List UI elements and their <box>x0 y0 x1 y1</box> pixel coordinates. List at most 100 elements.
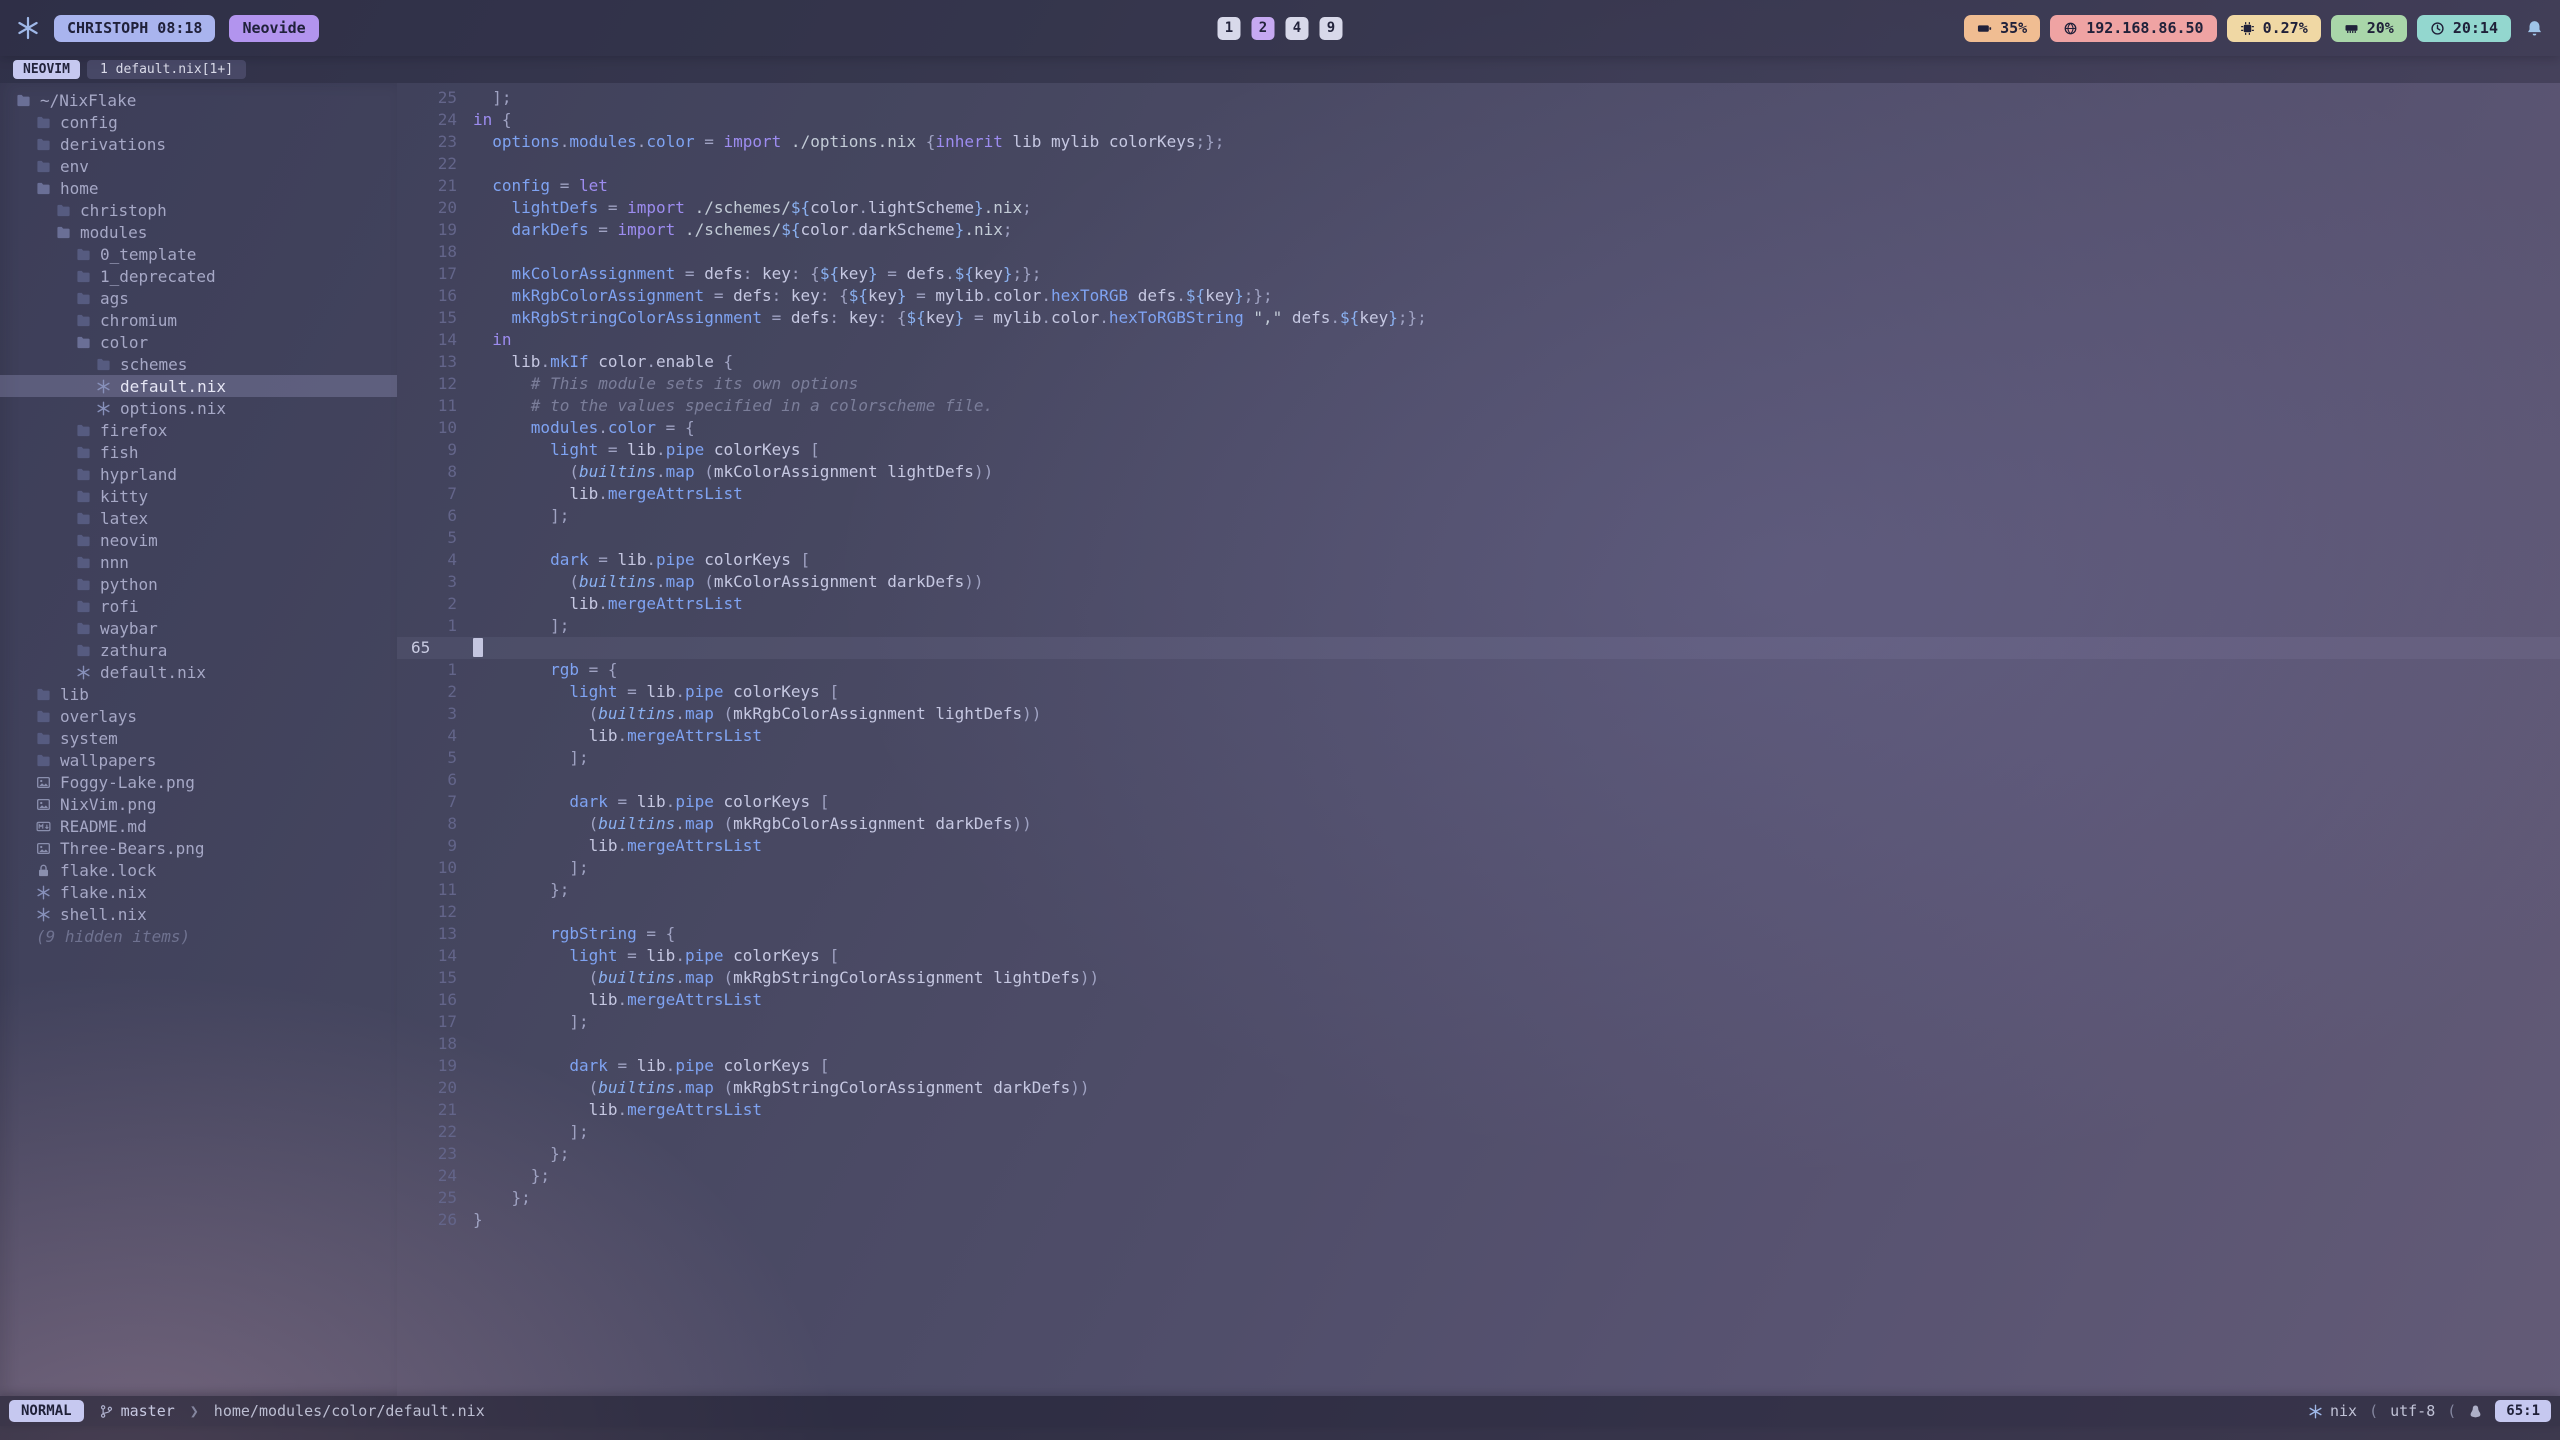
tree-item-nnn[interactable]: nnn <box>0 551 397 573</box>
tree-item-flake-lock[interactable]: flake.lock <box>0 859 397 881</box>
code-line[interactable]: 26} <box>397 1209 2560 1231</box>
tree-item-home[interactable]: home <box>0 177 397 199</box>
tree-item-env[interactable]: env <box>0 155 397 177</box>
code-line[interactable]: 1 ]; <box>397 615 2560 637</box>
tree-item-latex[interactable]: latex <box>0 507 397 529</box>
workspace-button-2[interactable]: 2 <box>1252 17 1275 40</box>
code-line[interactable]: 7 lib.mergeAttrsList <box>397 483 2560 505</box>
workspace-button-9[interactable]: 9 <box>1320 17 1343 40</box>
code-line[interactable]: 24in { <box>397 109 2560 131</box>
code-line[interactable]: 13 rgbString = { <box>397 923 2560 945</box>
bell-icon[interactable] <box>2525 19 2544 38</box>
tree-item-firefox[interactable]: firefox <box>0 419 397 441</box>
code-line[interactable]: 3 (builtins.map (mkColorAssignment darkD… <box>397 571 2560 593</box>
buffer-tab[interactable]: 1 default.nix[1+] <box>87 60 246 79</box>
code-line[interactable]: 19 dark = lib.pipe colorKeys [ <box>397 1055 2560 1077</box>
code-line[interactable]: 12 # This module sets its own options <box>397 373 2560 395</box>
code-line[interactable]: 15 mkRgbStringColorAssignment = defs: ke… <box>397 307 2560 329</box>
code-line[interactable]: 12 <box>397 901 2560 923</box>
tree-item-christoph[interactable]: christoph <box>0 199 397 221</box>
code-line[interactable]: 25 }; <box>397 1187 2560 1209</box>
code-line[interactable]: 1 rgb = { <box>397 659 2560 681</box>
tree-item-nixvim-png[interactable]: NixVim.png <box>0 793 397 815</box>
code-line[interactable]: 17 mkColorAssignment = defs: key: {${key… <box>397 263 2560 285</box>
code-line[interactable]: 10 ]; <box>397 857 2560 879</box>
tree-item-waybar[interactable]: waybar <box>0 617 397 639</box>
code-line[interactable]: 18 <box>397 241 2560 263</box>
code-line[interactable]: 22 ]; <box>397 1121 2560 1143</box>
workspace-button-4[interactable]: 4 <box>1286 17 1309 40</box>
code-line[interactable]: 23 options.modules.color = import ./opti… <box>397 131 2560 153</box>
code-line[interactable]: 20 (builtins.map (mkRgbStringColorAssign… <box>397 1077 2560 1099</box>
code-line[interactable]: 8 (builtins.map (mkColorAssignment light… <box>397 461 2560 483</box>
code-line[interactable]: 19 darkDefs = import ./schemes/${color.d… <box>397 219 2560 241</box>
code-line[interactable]: 16 mkRgbColorAssignment = defs: key: {${… <box>397 285 2560 307</box>
tree-item-config[interactable]: config <box>0 111 397 133</box>
code-line[interactable]: 23 }; <box>397 1143 2560 1165</box>
code-line[interactable]: 20 lightDefs = import ./schemes/${color.… <box>397 197 2560 219</box>
tree-item-color[interactable]: color <box>0 331 397 353</box>
code-line[interactable]: 18 <box>397 1033 2560 1055</box>
code-line[interactable]: 15 (builtins.map (mkRgbStringColorAssign… <box>397 967 2560 989</box>
tree-item-shell-nix[interactable]: shell.nix <box>0 903 397 925</box>
code-line[interactable]: 17 ]; <box>397 1011 2560 1033</box>
tree-item-python[interactable]: python <box>0 573 397 595</box>
code-line[interactable]: 21 config = let <box>397 175 2560 197</box>
code-line[interactable]: 4 lib.mergeAttrsList <box>397 725 2560 747</box>
stat-label: 0.27% <box>2263 19 2308 37</box>
tree-item-wallpapers[interactable]: wallpapers <box>0 749 397 771</box>
tree-item-schemes[interactable]: schemes <box>0 353 397 375</box>
editor[interactable]: 25 ];24in {23 options.modules.color = im… <box>397 83 2560 1396</box>
code-line-current[interactable]: 65 <box>397 637 2560 659</box>
tree-item-three-bears-png[interactable]: Three-Bears.png <box>0 837 397 859</box>
tree-item-label: ~/NixFlake <box>40 91 136 110</box>
code-line[interactable]: 8 (builtins.map (mkRgbColorAssignment da… <box>397 813 2560 835</box>
tree-item-hyprland[interactable]: hyprland <box>0 463 397 485</box>
tree-item-kitty[interactable]: kitty <box>0 485 397 507</box>
code-line[interactable]: 9 light = lib.pipe colorKeys [ <box>397 439 2560 461</box>
code-line[interactable]: 13 lib.mkIf color.enable { <box>397 351 2560 373</box>
code-line[interactable]: 24 }; <box>397 1165 2560 1187</box>
tree-item-readme-md[interactable]: README.md <box>0 815 397 837</box>
code-line[interactable]: 6 <box>397 769 2560 791</box>
tree-item-9-hidden-items[interactable]: (9 hidden items) <box>0 925 397 947</box>
code-line[interactable]: 6 ]; <box>397 505 2560 527</box>
code-line[interactable]: 9 lib.mergeAttrsList <box>397 835 2560 857</box>
tree-item-nixflake[interactable]: ~/NixFlake <box>0 89 397 111</box>
tree-item-fish[interactable]: fish <box>0 441 397 463</box>
tree-item-default-nix[interactable]: default.nix <box>0 375 397 397</box>
code-line[interactable]: 11 }; <box>397 879 2560 901</box>
code-line[interactable]: 3 (builtins.map (mkRgbColorAssignment li… <box>397 703 2560 725</box>
code-line[interactable]: 7 dark = lib.pipe colorKeys [ <box>397 791 2560 813</box>
tree-item-chromium[interactable]: chromium <box>0 309 397 331</box>
code-line[interactable]: 11 # to the values specified in a colors… <box>397 395 2560 417</box>
tree-item-system[interactable]: system <box>0 727 397 749</box>
tree-item-lib[interactable]: lib <box>0 683 397 705</box>
tree-item-options-nix[interactable]: options.nix <box>0 397 397 419</box>
code-line[interactable]: 14 in <box>397 329 2560 351</box>
tree-item-zathura[interactable]: zathura <box>0 639 397 661</box>
tree-item-ags[interactable]: ags <box>0 287 397 309</box>
code-line[interactable]: 10 modules.color = { <box>397 417 2560 439</box>
code-line[interactable]: 2 lib.mergeAttrsList <box>397 593 2560 615</box>
tree-item-overlays[interactable]: overlays <box>0 705 397 727</box>
tree-item-modules[interactable]: modules <box>0 221 397 243</box>
tree-item-flake-nix[interactable]: flake.nix <box>0 881 397 903</box>
tree-item-0-template[interactable]: 0_template <box>0 243 397 265</box>
code-line[interactable]: 16 lib.mergeAttrsList <box>397 989 2560 1011</box>
code-line[interactable]: 14 light = lib.pipe colorKeys [ <box>397 945 2560 967</box>
workspace-button-1[interactable]: 1 <box>1218 17 1241 40</box>
code-line[interactable]: 25 ]; <box>397 87 2560 109</box>
code-line[interactable]: 22 <box>397 153 2560 175</box>
tree-item-1-deprecated[interactable]: 1_deprecated <box>0 265 397 287</box>
code-line[interactable]: 21 lib.mergeAttrsList <box>397 1099 2560 1121</box>
tree-item-foggy-lake-png[interactable]: Foggy-Lake.png <box>0 771 397 793</box>
code-line[interactable]: 5 <box>397 527 2560 549</box>
code-line[interactable]: 2 light = lib.pipe colorKeys [ <box>397 681 2560 703</box>
code-line[interactable]: 4 dark = lib.pipe colorKeys [ <box>397 549 2560 571</box>
code-line[interactable]: 5 ]; <box>397 747 2560 769</box>
tree-item-neovim[interactable]: neovim <box>0 529 397 551</box>
tree-item-derivations[interactable]: derivations <box>0 133 397 155</box>
tree-item-rofi[interactable]: rofi <box>0 595 397 617</box>
tree-item-default-nix[interactable]: default.nix <box>0 661 397 683</box>
